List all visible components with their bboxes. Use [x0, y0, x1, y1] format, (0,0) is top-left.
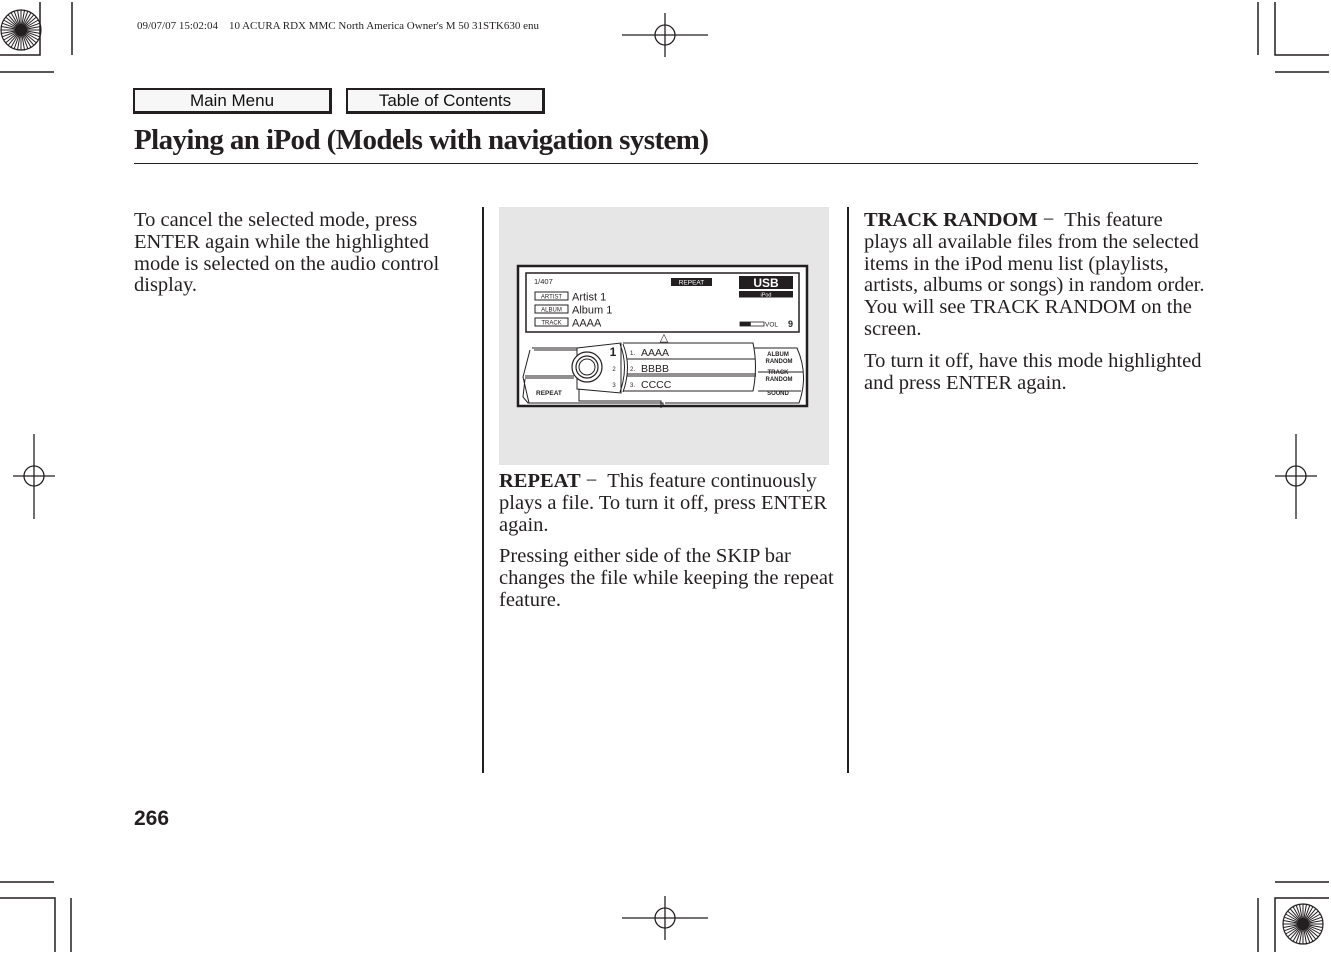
list-item-text: BBBB [641, 363, 669, 375]
cancel-mode-paragraph: To cancel the selected mode, press ENTER… [134, 209, 440, 297]
repeat-button-label: REPEAT [536, 390, 562, 397]
crosshair-target-icon [622, 13, 708, 57]
column-divider [847, 207, 849, 773]
registration-starburst-icon [1282, 903, 1324, 945]
knob-number-1: 1 [610, 345, 617, 359]
turn-off-paragraph: To turn it off, have this mode highlight… [864, 349, 1202, 394]
list-item-number: 2. [630, 367, 635, 373]
crosshair-target-icon [13, 434, 55, 519]
repeat-indicator-label: REPEAT [679, 280, 705, 287]
album-random-label-2: RANDOM [766, 359, 793, 365]
registration-starburst-icon [0, 9, 42, 51]
list-item-text: AAAA [641, 347, 669, 359]
volume-fill [740, 322, 751, 326]
repeat-term: REPEAT [499, 470, 581, 492]
skip-bar-paragraph: Pressing either side of the SKIP bar cha… [499, 545, 834, 611]
column-2: REPEAT − This feature continuously plays… [499, 470, 834, 622]
source-sub-label: iPod [760, 293, 771, 299]
definition-dash: − [580, 470, 608, 492]
volume-value: 9 [788, 319, 793, 329]
track-counter: 1/407 [534, 277, 553, 286]
track-random-term: TRACK RANDOM [864, 209, 1038, 231]
print-header-meta: 09/07/07 15:02:04 10 ACURA RDX MMC North… [137, 20, 539, 32]
artist-tag: ARTIST [541, 295, 563, 301]
up-arrow-icon: △ [660, 332, 669, 344]
crop-mark-bottom-left [0, 881, 72, 952]
artist-value: Artist 1 [572, 292, 606, 304]
volume-label: VOL [765, 322, 778, 329]
table-of-contents-button[interactable]: Table of Contents [346, 88, 545, 114]
album-value: Album 1 [572, 305, 612, 317]
main-menu-button[interactable]: Main Menu [133, 88, 332, 114]
track-random-label-2: RANDOM [766, 377, 793, 383]
track-random-label-1: TRACK [768, 370, 790, 376]
list-item-text: CCCC [641, 379, 672, 391]
crop-mark-top-right [1257, 2, 1329, 73]
crosshair-target-icon [622, 896, 708, 940]
page-title: Playing an iPod (Models with navigation … [134, 124, 709, 156]
definition-dash: − [1037, 209, 1065, 231]
column-divider [482, 207, 484, 773]
audio-display-illustration: 1/407 REPEAT USB iPod ARTIST Artist 1 AL… [516, 264, 809, 408]
page-number: 266 [134, 807, 170, 830]
sound-button-label: SOUND [767, 391, 789, 397]
track-value: AAAA [572, 318, 602, 330]
list-item-number: 1. [630, 351, 635, 357]
column-3: TRACK RANDOM − This feature plays all av… [864, 209, 1209, 404]
title-rule [134, 163, 1198, 164]
album-tag: ALBUM [541, 308, 562, 314]
source-label: USB [753, 276, 779, 290]
audio-display-figure: 1/407 REPEAT USB iPod ARTIST Artist 1 AL… [499, 207, 829, 465]
album-random-label-1: ALBUM [767, 352, 789, 358]
track-random-definition: TRACK RANDOM − This feature plays all av… [864, 209, 1209, 341]
column-1: To cancel the selected mode, press ENTER… [134, 209, 479, 307]
repeat-definition: REPEAT − This feature continuously plays… [499, 470, 834, 536]
crosshair-target-icon [1275, 434, 1317, 519]
list-item-number: 3. [630, 383, 635, 389]
track-tag: TRACK [541, 321, 561, 327]
